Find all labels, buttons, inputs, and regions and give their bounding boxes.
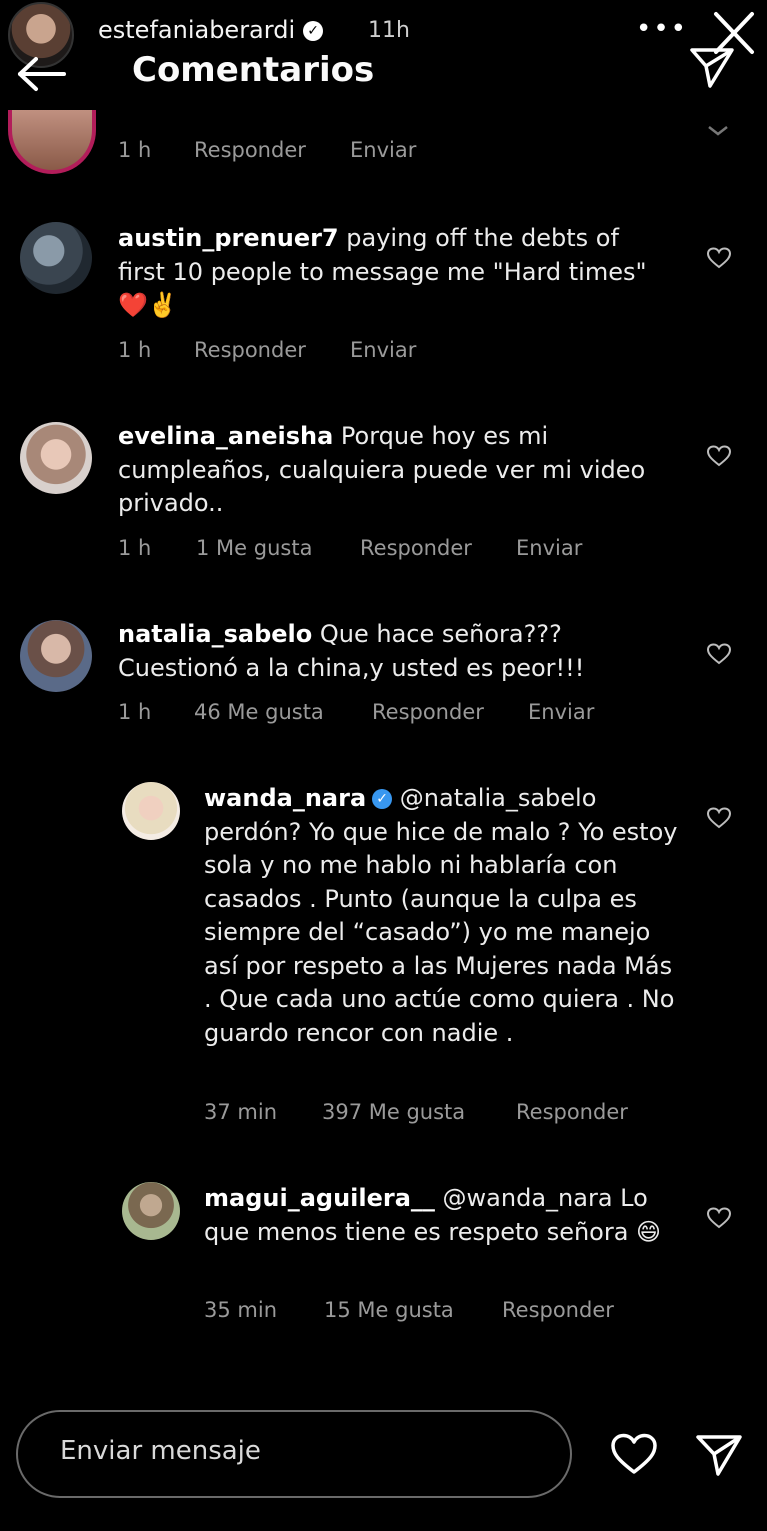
- send-button[interactable]: Enviar: [350, 138, 416, 162]
- reply-time: 37 min: [204, 1100, 277, 1124]
- reply-username[interactable]: wanda_nara: [204, 784, 366, 812]
- like-count[interactable]: 46 Me gusta: [194, 700, 372, 724]
- reply-button[interactable]: Responder: [194, 138, 350, 162]
- avatar[interactable]: [20, 620, 92, 692]
- message-placeholder: Enviar mensaje: [60, 1436, 261, 1466]
- verified-badge-icon: ✓: [303, 21, 324, 41]
- chevron-down-icon[interactable]: [706, 124, 730, 138]
- comment-text: evelina_aneisha Porque hoy es mi cumplea…: [118, 422, 646, 517]
- heart-icon[interactable]: [706, 444, 732, 468]
- heart-icon[interactable]: [706, 246, 732, 270]
- heart-icon[interactable]: [706, 1206, 732, 1230]
- more-dots-icon[interactable]: •••: [636, 14, 688, 44]
- reply-meta: 37 min 397 Me gusta Responder: [204, 1100, 628, 1124]
- avatar[interactable]: [122, 1182, 180, 1240]
- comment-time: 1 h: [118, 536, 152, 560]
- comment-username[interactable]: natalia_sabelo: [118, 620, 312, 648]
- heart-icon[interactable]: [706, 642, 732, 666]
- reply-username[interactable]: magui_aguilera__: [204, 1184, 435, 1212]
- avatar[interactable]: [20, 422, 92, 494]
- comment-text: austin_prenuer7 paying off the debts of …: [118, 224, 647, 319]
- heart-icon[interactable]: [610, 1432, 658, 1476]
- comment-time: 1 h: [118, 338, 152, 362]
- reply-button[interactable]: Responder: [194, 338, 350, 362]
- comment-username[interactable]: austin_prenuer7: [118, 224, 339, 252]
- send-icon[interactable]: [688, 44, 736, 90]
- avatar[interactable]: [8, 110, 96, 174]
- reply-text: wanda_nara ✓ @natalia_sabelo perdón? Yo q…: [204, 784, 678, 1047]
- reply-button[interactable]: Responder: [372, 700, 528, 724]
- send-button[interactable]: Enviar: [516, 536, 582, 560]
- heart-icon[interactable]: [706, 806, 732, 830]
- reply-time: 35 min: [204, 1298, 277, 1322]
- comment-username[interactable]: evelina_aneisha: [118, 422, 333, 450]
- comment-meta: 1 h 1 Me gusta Responder Enviar: [118, 536, 582, 560]
- back-arrow-icon[interactable]: [14, 54, 70, 94]
- send-button[interactable]: Enviar: [528, 700, 594, 724]
- send-icon[interactable]: [694, 1432, 744, 1478]
- comment-meta: 1 h Responder Enviar: [118, 338, 416, 362]
- avatar[interactable]: [122, 782, 180, 840]
- comment-text: natalia_sabelo Que hace señora??? Cuesti…: [118, 620, 585, 682]
- reply-text: magui_aguilera__ @wanda_nara Lo que meno…: [204, 1184, 662, 1246]
- reply-button[interactable]: Responder: [502, 1298, 614, 1322]
- reply-meta: 35 min 15 Me gusta Responder: [204, 1298, 614, 1322]
- like-count[interactable]: 397 Me gusta: [322, 1100, 516, 1124]
- comment-meta: 1 h Responder Enviar: [118, 138, 416, 162]
- story-time: 11h: [368, 18, 410, 43]
- reply-button[interactable]: Responder: [360, 536, 516, 560]
- comment-meta: 1 h 46 Me gusta Responder Enviar: [118, 700, 594, 724]
- avatar[interactable]: [20, 222, 92, 294]
- like-count[interactable]: 1 Me gusta: [196, 536, 360, 560]
- story-username[interactable]: estefaniaberardi ✓: [98, 16, 324, 44]
- send-button[interactable]: Enviar: [350, 338, 416, 362]
- page-title: Comentarios: [132, 50, 375, 90]
- comment-time: 1 h: [118, 138, 152, 162]
- verified-badge-icon: ✓: [372, 789, 393, 809]
- reply-button[interactable]: Responder: [516, 1100, 628, 1124]
- comment-time: 1 h: [118, 700, 152, 724]
- like-count[interactable]: 15 Me gusta: [324, 1298, 502, 1322]
